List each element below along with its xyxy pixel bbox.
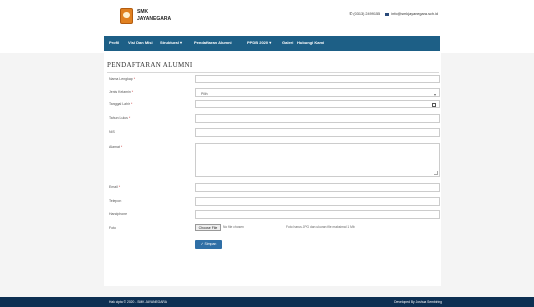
email-address[interactable]: info@smkjayanegara.sch.id: [391, 12, 438, 16]
jenis-kelamin-selected: Pilih: [201, 92, 208, 96]
label-telepon: Telepon: [109, 199, 122, 203]
title-divider: [107, 72, 439, 73]
site-footer: Hak cipta © 2020 - SMK JAYANEGARA Develo…: [0, 297, 534, 307]
file-hint: Foto harus JPG dan ukuran file maksimal …: [286, 225, 355, 229]
contact-info: ✆ (0313) 2499155 info@smkjayanegara.sch.…: [349, 11, 438, 16]
save-icon: ✓: [200, 242, 204, 246]
label-nama-lengkap: Nama Lengkap *: [109, 77, 136, 81]
nav-item-profil[interactable]: Profil: [109, 40, 119, 45]
label-handphone: Handphone: [109, 212, 128, 216]
page-title: PENDAFTARAN ALUMNI: [107, 61, 193, 69]
resize-handle-icon[interactable]: [434, 171, 438, 175]
site-header: SMK JAYANEGARA ✆ (0313) 2499155 info@smk…: [0, 0, 534, 34]
email-input[interactable]: [195, 183, 440, 192]
file-status: No file chosen: [223, 225, 244, 229]
nis-input[interactable]: [195, 128, 440, 137]
label-tanggal-lahir: Tanggal Lahir *: [109, 102, 133, 106]
nama-lengkap-input[interactable]: [195, 75, 440, 83]
nav-item-visi-misi[interactable]: Visi Dan Misi: [128, 40, 153, 45]
label-tahun-lulus: Tahun Lulus *: [109, 116, 131, 120]
phone-icon: ✆: [349, 12, 353, 16]
label-nis: NIS: [109, 130, 115, 134]
school-logo-icon[interactable]: [120, 8, 133, 24]
nav-item-galeri[interactable]: Galeri: [282, 40, 293, 45]
school-name-line1[interactable]: SMK: [137, 9, 148, 15]
save-button-label: Simpan: [204, 242, 217, 246]
footer-copyright: Hak cipta © 2020 - SMK JAYANEGARA: [109, 300, 168, 304]
nav-item-hubungi-kami[interactable]: Hubungi Kami: [297, 40, 324, 45]
alamat-textarea[interactable]: [195, 143, 440, 177]
label-jenis-kelamin: Jenis Kelamin *: [109, 90, 134, 94]
label-alamat: Alamat *: [109, 145, 123, 149]
label-foto: Foto: [109, 226, 117, 230]
tanggal-lahir-input[interactable]: [195, 100, 440, 108]
calendar-icon[interactable]: [432, 103, 436, 107]
telepon-input[interactable]: [195, 197, 440, 206]
nav-item-struktural[interactable]: Struktural ▾: [160, 40, 182, 45]
tahun-lulus-input[interactable]: [195, 114, 440, 123]
navbar: Profil Visi Dan Misi Struktural ▾ Pendaf…: [104, 36, 440, 51]
mail-icon: [385, 12, 390, 16]
phone-number[interactable]: (0313) 2499155: [353, 12, 380, 16]
label-email: Email *: [109, 185, 121, 189]
nav-item-pendaftaran-alumni[interactable]: Pendaftaran Alumni: [194, 40, 232, 45]
school-name-line2[interactable]: JAYANEGARA: [137, 16, 171, 22]
choose-file-button[interactable]: Choose File: [195, 224, 221, 231]
footer-developer: Developed By Joshua Sembiring: [394, 300, 442, 304]
nav-item-ppdb[interactable]: PPDB 2020 ▾: [247, 40, 271, 45]
jenis-kelamin-select[interactable]: Pilih ▾: [195, 88, 440, 97]
save-button[interactable]: ✓ Simpan: [195, 240, 222, 249]
handphone-input[interactable]: [195, 210, 440, 219]
chevron-down-icon: ▾: [433, 92, 436, 97]
main-nav: Profil Visi Dan Misi Struktural ▾ Pendaf…: [0, 34, 534, 53]
